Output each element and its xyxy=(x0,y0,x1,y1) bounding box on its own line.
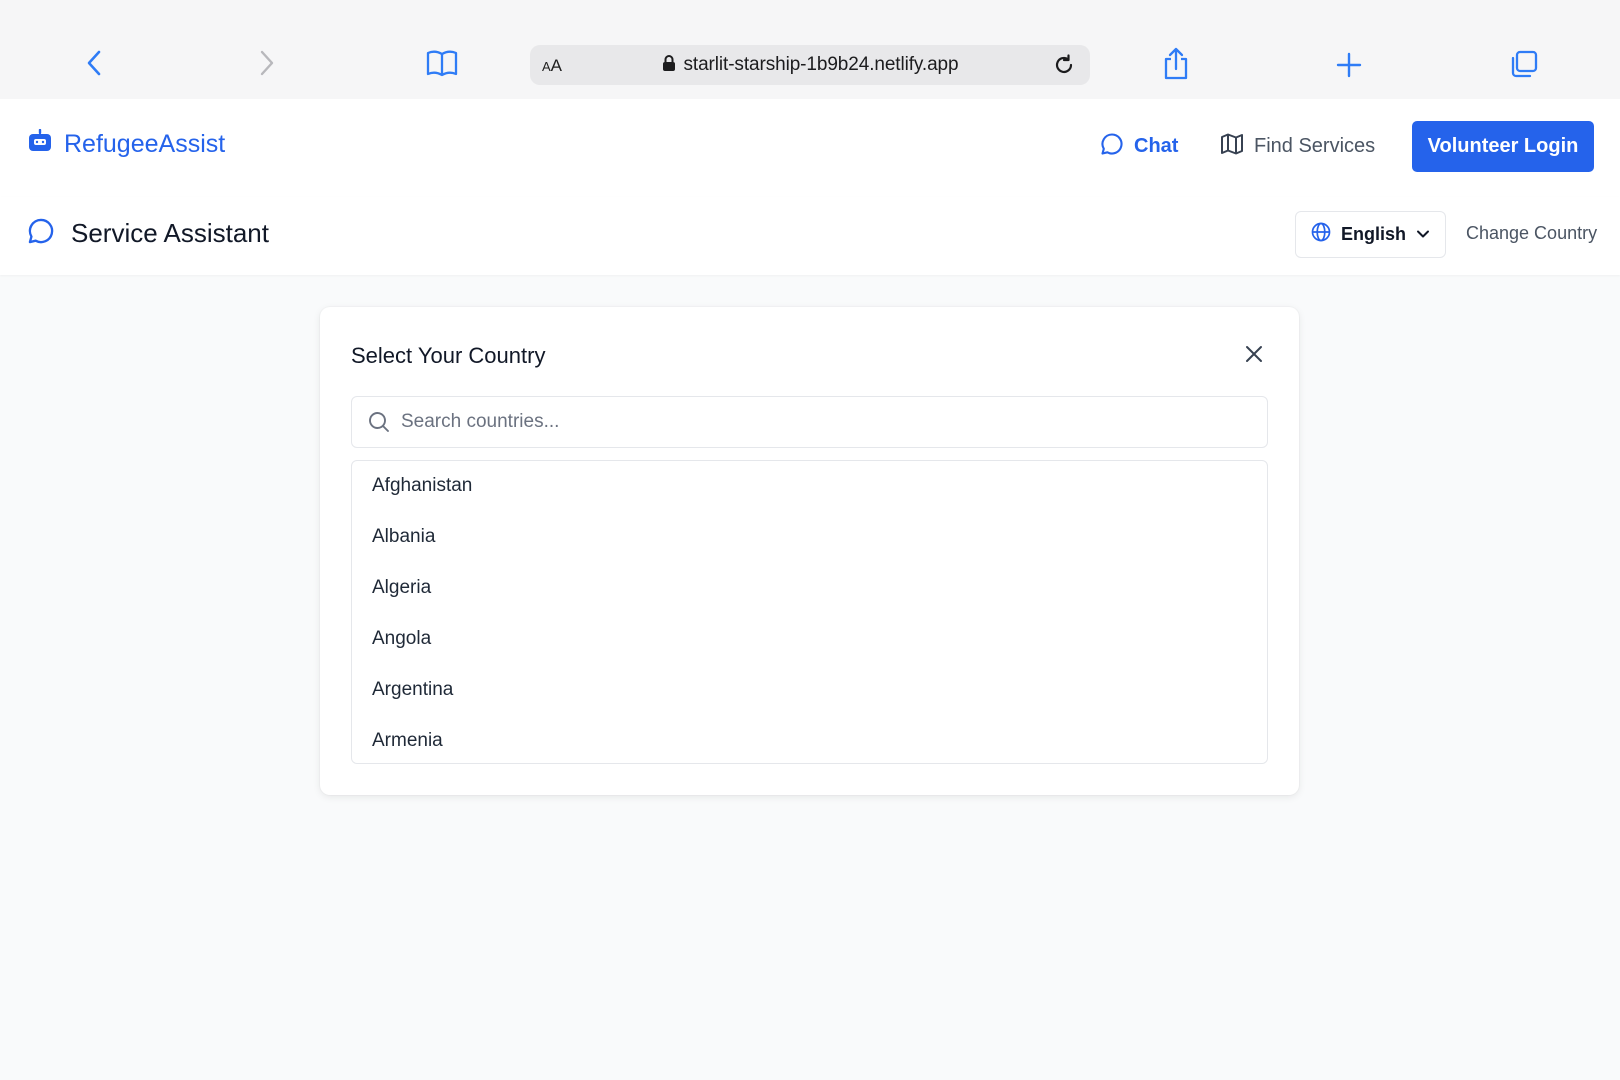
back-icon[interactable] xyxy=(82,48,106,78)
page-title: Service Assistant xyxy=(27,217,269,250)
nav-find-services[interactable]: Find Services xyxy=(1220,132,1375,161)
chat-bot-icon xyxy=(28,128,52,160)
service-assistant-bar: Service Assistant English Change Country xyxy=(0,197,1620,275)
app-header: RefugeeAssist Chat Find Services Volunte… xyxy=(0,99,1620,197)
close-icon[interactable] xyxy=(1244,344,1264,369)
dialog-title: Select Your Country xyxy=(351,343,546,368)
globe-icon xyxy=(1311,222,1331,247)
page-title-text: Service Assistant xyxy=(71,218,269,248)
country-item[interactable]: Albania xyxy=(352,511,1267,562)
country-item[interactable]: Angola xyxy=(352,613,1267,664)
country-item[interactable]: Algeria xyxy=(352,562,1267,613)
chevron-down-icon xyxy=(1416,226,1430,244)
forward-icon[interactable] xyxy=(255,48,279,78)
country-select-dialog: Select Your Country Afghanistan Albania … xyxy=(320,307,1299,795)
country-search xyxy=(351,396,1268,448)
reload-icon[interactable] xyxy=(1052,53,1076,82)
nav-chat-label: Chat xyxy=(1134,135,1179,157)
search-icon xyxy=(368,411,390,438)
language-select-value: English xyxy=(1340,224,1406,244)
chat-bubble-icon xyxy=(1100,132,1124,161)
country-list: Afghanistan Albania Algeria Angola Argen… xyxy=(351,460,1268,764)
browser-toolbar: AA starlit-starship-1b9b24.netlify.app xyxy=(0,0,1620,99)
chat-bubble-icon xyxy=(27,217,55,250)
new-tab-icon[interactable] xyxy=(1336,52,1362,78)
country-item[interactable]: Argentina xyxy=(352,664,1267,715)
search-input[interactable] xyxy=(401,397,1251,447)
change-country-link[interactable]: Change Country xyxy=(1466,223,1597,244)
bookmarks-icon[interactable] xyxy=(425,49,459,77)
tabs-overview-icon[interactable] xyxy=(1509,49,1539,79)
country-item[interactable]: Armenia xyxy=(352,715,1267,763)
map-icon xyxy=(1220,132,1244,161)
country-item[interactable]: Afghanistan xyxy=(352,461,1267,511)
url-text: starlit-starship-1b9b24.netlify.app xyxy=(683,54,959,75)
language-select[interactable]: English xyxy=(1295,211,1446,258)
nav-find-services-label: Find Services xyxy=(1254,135,1376,157)
logo[interactable]: RefugeeAssist xyxy=(28,128,226,160)
share-icon[interactable] xyxy=(1162,47,1190,81)
lock-icon xyxy=(662,54,676,77)
nav-chat[interactable]: Chat xyxy=(1100,132,1178,161)
volunteer-login-button[interactable]: Volunteer Login xyxy=(1412,121,1594,172)
logo-text: RefugeeAssist xyxy=(64,130,226,158)
address-bar[interactable]: AA starlit-starship-1b9b24.netlify.app xyxy=(530,45,1090,85)
